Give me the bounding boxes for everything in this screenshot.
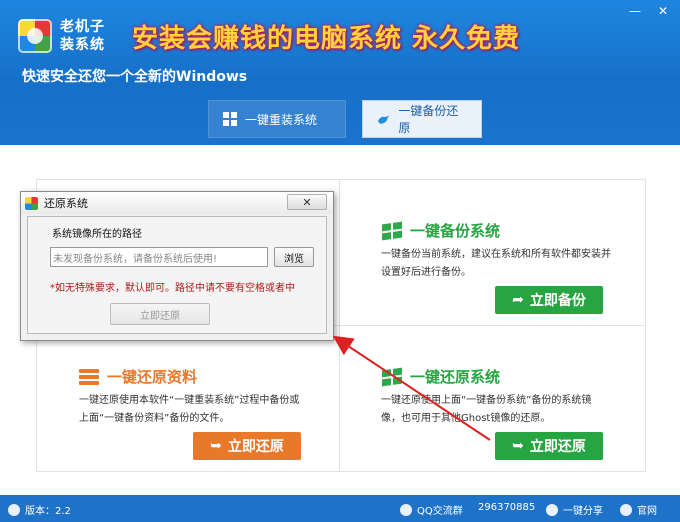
bird-icon [377,115,390,124]
dialog-restore-button[interactable]: 立即还原 [110,303,210,325]
version-text: 版本：2.2 [25,506,71,517]
app-brand: 老机子 装系统 [60,18,105,54]
restore-data-title: 一键还原资料 [79,366,197,387]
share-icon [546,503,558,516]
app-slogan: 安装会赚钱的电脑系统 永久免费 [132,24,521,54]
qq-label: QQ交流群 [417,506,463,517]
dialog-close-button[interactable]: ✕ [287,194,327,210]
tab-label: 一键备份还原 [398,104,459,135]
backup-system-desc: 一键备份当前系统，建议在系统和所有软件都安装并设置好后进行备份。 [381,249,611,278]
qq-icon [400,503,412,516]
close-icon[interactable]: ✕ [656,4,670,18]
minimize-icon[interactable]: — [628,4,642,18]
tab-reinstall-system[interactable]: 一键重装系统 [208,100,346,138]
restore-data-button[interactable]: ➥ 立即还原 [193,432,301,460]
backup-system-title: 一键备份系统 [382,220,500,241]
arrow-back-icon: ➥ [210,438,222,454]
app-subtitle: 快速安全还您一个全新的Windows [22,69,248,85]
qq-number: 296370885 [478,502,535,513]
status-bar: 版本：2.2 QQ交流群 296370885 一键分享 官网 [0,495,680,522]
path-note: *如无特殊要求，默认即可。路径中请不要有空格或者中 [50,283,295,294]
qq-number-text: 296370885 [478,502,536,513]
windows-icon [223,112,237,126]
path-label: 系统镜像所在的路径 [52,229,142,240]
backup-system-title-text: 一键备份系统 [410,222,501,240]
tab-backup-restore[interactable]: 一键备份还原 [362,100,482,138]
share-text: 一键分享 [563,506,603,517]
tab-label: 一键重装系统 [245,112,318,127]
restore-system-button[interactable]: ➥ 立即还原 [495,432,603,460]
restore-system-label: 立即还原 [529,439,586,455]
website-text: 官网 [637,506,657,517]
share-link[interactable]: 一键分享 [546,502,603,517]
info-icon [8,503,20,516]
website-link[interactable]: 官网 [620,502,657,517]
restore-system-title-text: 一键还原系统 [410,368,501,386]
app-header: 老机子 装系统 安装会赚钱的电脑系统 永久免费 — ✕ 快速安全还您一个全新的W… [0,0,680,145]
backup-now-label: 立即备份 [529,293,586,309]
windows-icon [382,221,402,240]
version-info: 版本：2.2 [8,502,71,517]
windows-icon [382,367,402,386]
dialog-title: 还原系统 [44,197,88,210]
qq-group-link[interactable]: QQ交流群 [400,502,463,517]
server-icon [79,368,99,385]
restore-data-title-text: 一键还原资料 [107,368,198,386]
restore-system-dialog: 还原系统 ✕ 系统镜像所在的路径 浏览 *如无特殊要求，默认即可。路径中请不要有… [20,191,334,341]
window-controls: — ✕ [628,4,670,18]
image-path-input[interactable] [50,247,268,267]
brand-line-1: 老机子 [60,19,105,35]
home-icon [620,503,632,516]
brand-line-2: 装系统 [60,37,105,53]
close-icon: ✕ [302,195,312,209]
arrow-back-icon: ➥ [512,438,524,454]
arrow-share-icon: ➦ [512,292,524,308]
restore-data-desc: 一键还原使用本软件“一键重装系统”过程中备份或上面“一键备份资料”备份的文件。 [79,395,300,424]
app-logo [18,19,52,53]
restore-system-desc: 一键还原使用上面“一键备份系统”备份的系统镜像，也可用于其他Ghost镜像的还原… [381,395,592,424]
app-icon [25,196,38,210]
browse-button[interactable]: 浏览 [274,247,314,267]
backup-now-button[interactable]: ➦ 立即备份 [495,286,603,314]
restore-system-title: 一键还原系统 [382,366,500,387]
restore-data-label: 立即还原 [227,439,284,455]
dialog-body: 系统镜像所在的路径 浏览 *如无特殊要求，默认即可。路径中请不要有空格或者中 立… [27,216,327,334]
